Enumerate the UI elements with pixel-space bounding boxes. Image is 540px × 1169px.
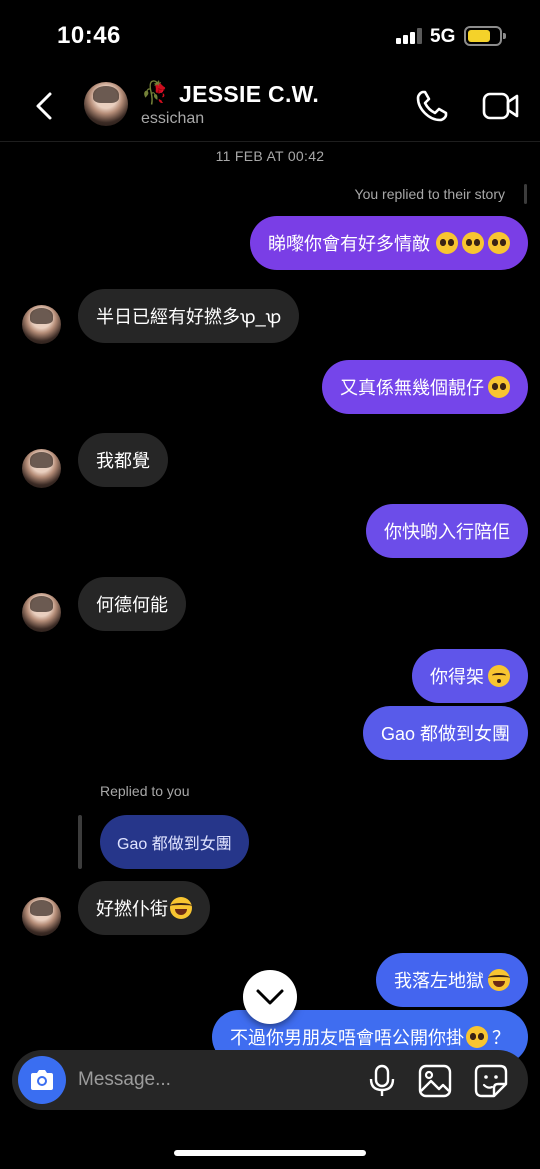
replied-to-you-note: Replied to you [100,783,190,799]
scroll-to-bottom-button[interactable] [243,970,297,1024]
message-text: 你得架 [430,667,484,687]
pleading-face-emoji-icon [466,1026,488,1048]
message-text: Gao 都做到女團 [380,724,510,744]
back-chevron-icon[interactable] [30,86,60,126]
chat-header: 🥀 JESSIE C.W. essichan [0,72,540,142]
message-text: 何德何能 [96,595,168,615]
battery-icon [464,26,506,46]
home-indicator[interactable] [174,1150,366,1156]
tears-of-joy-emoji-icon [488,969,510,991]
camera-button[interactable] [18,1056,66,1104]
contact-name[interactable]: JESSIE C.W. [179,81,319,108]
message-bubble-incoming[interactable]: 我都覺 [78,433,168,487]
message-bubble-incoming[interactable]: 半日已經有好撚多ꝕ_ꝕ [78,289,300,343]
message-composer: Message... [12,1050,528,1110]
date-separator: 11 FEB AT 00:42 [215,148,325,164]
sticker-icon[interactable] [474,1064,508,1098]
message-bubble-outgoing[interactable]: 你快啲入行陪佢 [366,504,528,558]
message-suffix: ？ [492,1028,510,1048]
message-text: 不過你男朋友唔會唔公開你掛 [230,1028,464,1048]
message-bubble-outgoing[interactable]: 睇嚟你會有好多情敵 [250,216,528,270]
quote-bar [78,815,82,869]
network-type: 5G [430,26,456,47]
contact-username[interactable]: essichan [141,110,204,128]
message-bubble-outgoing[interactable]: Gao 都做到女團 [362,706,528,760]
pleading-face-emoji-icon [436,232,458,254]
kissing-face-emoji-icon [488,665,510,687]
message-input[interactable]: Message... [78,1069,171,1091]
camera-icon [31,1070,53,1090]
phone-icon[interactable] [414,88,450,124]
microphone-icon[interactable] [368,1064,396,1098]
message-text: 睇嚟你會有好多情敵 [268,234,430,254]
message-bubble-outgoing[interactable]: 我落左地獄 [376,953,528,1007]
message-text: 又真係無幾個靚仔 [340,378,484,398]
story-reply-bar [524,184,527,204]
pleading-face-emoji-icon [488,232,510,254]
message-text: 我都覺 [96,451,150,471]
message-text: 你快啲入行陪佢 [384,522,510,542]
chevron-down-icon [256,989,284,1005]
message-text: 我落左地獄 [394,971,484,991]
message-bubble-outgoing[interactable]: 你得架 [412,649,528,703]
message-bubble-incoming[interactable]: 何德何能 [78,577,186,631]
pleading-face-emoji-icon [462,232,484,254]
contact-avatar-small[interactable] [22,449,61,488]
message-bubble-outgoing[interactable]: 又真係無幾個靚仔 [322,360,528,414]
contact-avatar-small[interactable] [22,897,61,936]
status-bar: 10:46 5G [0,0,540,72]
clock: 10:46 [57,22,121,49]
contact-avatar[interactable] [84,82,128,126]
contact-avatar-small[interactable] [22,305,61,344]
story-reply-note: You replied to their story [354,186,505,202]
quoted-message-bubble[interactable]: Gao 都做到女團 [100,815,249,869]
quoted-text: Gao 都做到女團 [117,836,232,853]
message-bubble-incoming[interactable]: 好撚仆街 [78,881,210,935]
video-call-icon[interactable] [482,90,520,122]
gallery-icon[interactable] [418,1064,452,1098]
tears-of-joy-emoji-icon [170,897,192,919]
pleading-face-emoji-icon [488,376,510,398]
message-text: 好撚仆街 [96,899,168,919]
cellular-signal-icon [396,28,422,44]
rose-icon: 🥀 [141,80,169,105]
message-text: 半日已經有好撚多ꝕ_ꝕ [96,307,282,327]
contact-avatar-small[interactable] [22,593,61,632]
